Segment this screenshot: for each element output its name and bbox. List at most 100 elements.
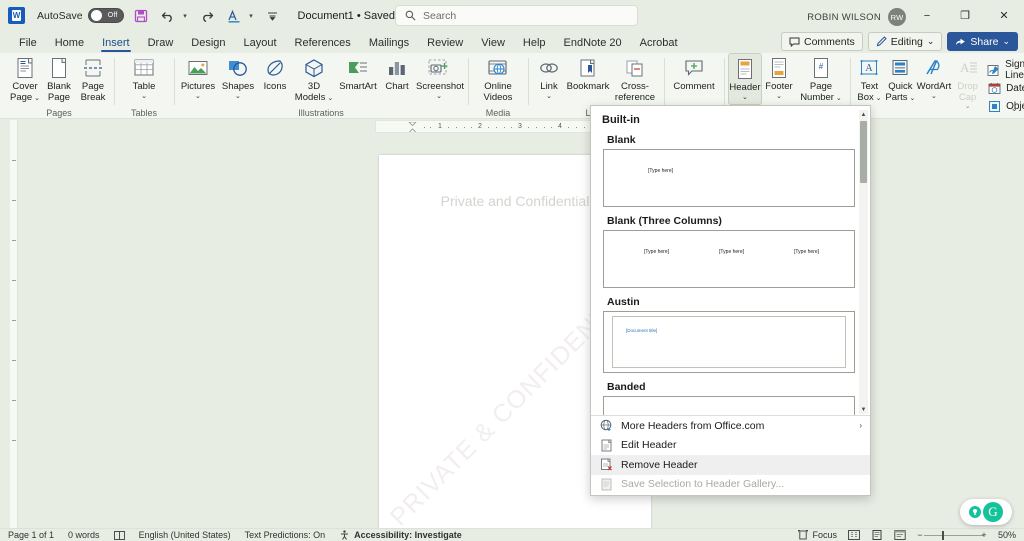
close-button[interactable]: ✕ xyxy=(984,0,1024,31)
object-button[interactable]: Object ⌄ xyxy=(987,98,1024,114)
signature-line-button[interactable]: Signature Line ⌄ xyxy=(987,62,1024,78)
chevron-down-icon[interactable]: ⌄ xyxy=(729,94,760,102)
menu-item-more-headers[interactable]: More Headers from Office.com › xyxy=(591,416,870,436)
draw-icon[interactable] xyxy=(224,5,246,27)
tab-home[interactable]: Home xyxy=(46,37,93,53)
text-predictions-indicator[interactable]: Text Predictions: On xyxy=(245,530,326,540)
chart-icon xyxy=(386,56,408,80)
zoom-level[interactable]: 50% xyxy=(998,530,1020,540)
chevron-down-icon[interactable]: ⌄ xyxy=(917,93,952,101)
chevron-down-icon[interactable]: ⌄ xyxy=(540,93,557,101)
3d-models-icon xyxy=(303,56,325,80)
chevron-down-icon[interactable]: ⌄ xyxy=(952,103,983,111)
comments-button[interactable]: Comments xyxy=(781,32,863,51)
scrollbar-thumb[interactable] xyxy=(860,121,867,183)
chevron-down-icon[interactable]: ⌄ xyxy=(416,93,462,101)
editing-button[interactable]: Editing ⌄ xyxy=(868,32,943,51)
chevron-right-icon[interactable]: › xyxy=(859,421,862,430)
svg-text:A: A xyxy=(960,60,970,75)
gallery-preview-blank[interactable]: [Type here] xyxy=(603,149,855,207)
tab-draw[interactable]: Draw xyxy=(139,37,183,53)
chevron-down-icon[interactable]: ⌄ xyxy=(874,95,882,102)
tab-view[interactable]: View xyxy=(472,37,514,53)
autosave-state: Off xyxy=(108,12,118,19)
draw-dropdown-icon[interactable]: ▾ xyxy=(247,12,256,20)
gallery-preview-banded[interactable]: [DOCUMENT TITLE] xyxy=(603,396,855,416)
quick-parts-button[interactable]: Quick Parts ⌄ xyxy=(885,53,916,119)
tab-acrobat[interactable]: Acrobat xyxy=(631,37,687,53)
gallery-preview-blank-three-columns[interactable]: [Type here] [Type here] [Type here] xyxy=(603,230,855,288)
undo-dropdown-icon[interactable]: ▾ xyxy=(181,12,190,20)
print-layout-icon[interactable] xyxy=(870,530,883,541)
accessibility-indicator[interactable]: Accessibility: Investigate xyxy=(339,530,462,540)
tab-review[interactable]: Review xyxy=(418,37,472,53)
chevron-down-icon[interactable]: ⌄ xyxy=(32,95,40,102)
tab-help[interactable]: Help xyxy=(514,37,555,53)
tab-file[interactable]: File xyxy=(10,37,46,53)
save-icon[interactable] xyxy=(130,5,152,27)
date-time-button[interactable]: Date & Time xyxy=(987,80,1024,96)
signature-line-icon xyxy=(987,63,1000,77)
zoom-out-button[interactable]: − xyxy=(916,530,924,540)
proofing-icon[interactable] xyxy=(114,531,125,540)
scroll-down-icon[interactable]: ▼ xyxy=(859,405,868,414)
menu-item-edit-header[interactable]: Edit Header xyxy=(591,436,870,456)
tab-layout[interactable]: Layout xyxy=(235,37,286,53)
zoom-in-button[interactable]: + xyxy=(980,530,988,540)
word-count[interactable]: 0 words xyxy=(68,530,100,540)
autosave-toggle[interactable]: Off xyxy=(88,8,124,23)
shapes-label: Shapes xyxy=(222,81,254,92)
redo-icon[interactable] xyxy=(196,5,218,27)
search-box[interactable]: Search xyxy=(395,5,638,26)
header-gallery-menu: More Headers from Office.com › Edit Head… xyxy=(591,415,870,495)
word-application-window: W AutoSave Off ▾ ▾ Document1 • Saved to … xyxy=(0,0,1024,541)
chevron-down-icon[interactable]: ⌄ xyxy=(765,93,792,101)
share-chevron-icon[interactable]: ⌄ xyxy=(1002,36,1010,47)
language-indicator[interactable]: English (United States) xyxy=(139,530,231,540)
ribbon-group-text: A Text Box ⌄ Quick Parts ⌄ WordArt⌄ A xyxy=(850,53,1024,119)
tab-endnote[interactable]: EndNote 20 xyxy=(555,37,631,53)
focus-button[interactable]: Focus xyxy=(798,530,837,540)
menu-item-remove-header[interactable]: Remove Header xyxy=(591,455,870,475)
tab-references[interactable]: References xyxy=(286,37,360,53)
read-mode-icon[interactable] xyxy=(847,530,860,541)
editing-chevron-icon[interactable]: ⌄ xyxy=(927,36,935,47)
group-label-pages: Pages xyxy=(4,108,114,118)
web-layout-icon[interactable] xyxy=(893,530,906,541)
icons-label: Icons xyxy=(264,82,287,93)
tab-insert[interactable]: Insert xyxy=(93,37,139,53)
wordart-button[interactable]: WordArt⌄ xyxy=(916,53,952,119)
cross-reference-icon xyxy=(624,56,646,80)
signature-line-label: Signature Line xyxy=(1005,59,1024,81)
indent-marker-icon[interactable] xyxy=(408,122,417,133)
collapse-ribbon-button[interactable]: ⌄ xyxy=(1010,103,1018,114)
account-area[interactable]: ROBIN WILSON RW xyxy=(807,8,906,26)
chevron-down-icon[interactable]: ⌄ xyxy=(222,93,254,101)
menu-item-save-selection-to-header-gallery[interactable]: Save Selection to Header Gallery... xyxy=(591,475,870,495)
header-button[interactable]: Header⌄ xyxy=(728,53,762,105)
vertical-ruler[interactable] xyxy=(4,120,18,528)
maximize-restore-button[interactable]: ❐ xyxy=(946,0,984,31)
avatar[interactable]: RW xyxy=(888,8,906,26)
tab-mailings[interactable]: Mailings xyxy=(360,37,418,53)
tab-design[interactable]: Design xyxy=(182,37,234,53)
gallery-scrollbar[interactable]: ▲ ▼ xyxy=(859,110,868,414)
chevron-down-icon[interactable]: ⌄ xyxy=(834,95,842,102)
chevron-down-icon[interactable]: ⌄ xyxy=(325,95,333,102)
zoom-slider[interactable]: − + xyxy=(916,530,988,540)
share-button[interactable]: Share ⌄ xyxy=(947,32,1018,51)
zoom-slider-knob[interactable] xyxy=(942,531,944,540)
customize-quick-access-icon[interactable] xyxy=(262,5,284,27)
grammarly-widget[interactable]: G xyxy=(960,499,1012,525)
chevron-down-icon[interactable]: ⌄ xyxy=(181,93,215,101)
drop-cap-button[interactable]: A Drop Cap⌄ xyxy=(952,53,983,119)
minimize-button[interactable]: − xyxy=(908,0,946,31)
gallery-preview-austin[interactable]: [Document title] xyxy=(603,311,855,373)
undo-icon[interactable] xyxy=(158,5,180,27)
scroll-up-icon[interactable]: ▲ xyxy=(859,110,868,119)
page-count[interactable]: Page 1 of 1 xyxy=(8,530,54,540)
chevron-down-icon[interactable]: ⌄ xyxy=(133,93,156,101)
status-bar: Page 1 of 1 0 words English (United Stat… xyxy=(0,528,1024,541)
ruler-number-1: 1 xyxy=(438,123,442,130)
chevron-down-icon[interactable]: ⌄ xyxy=(908,95,916,102)
